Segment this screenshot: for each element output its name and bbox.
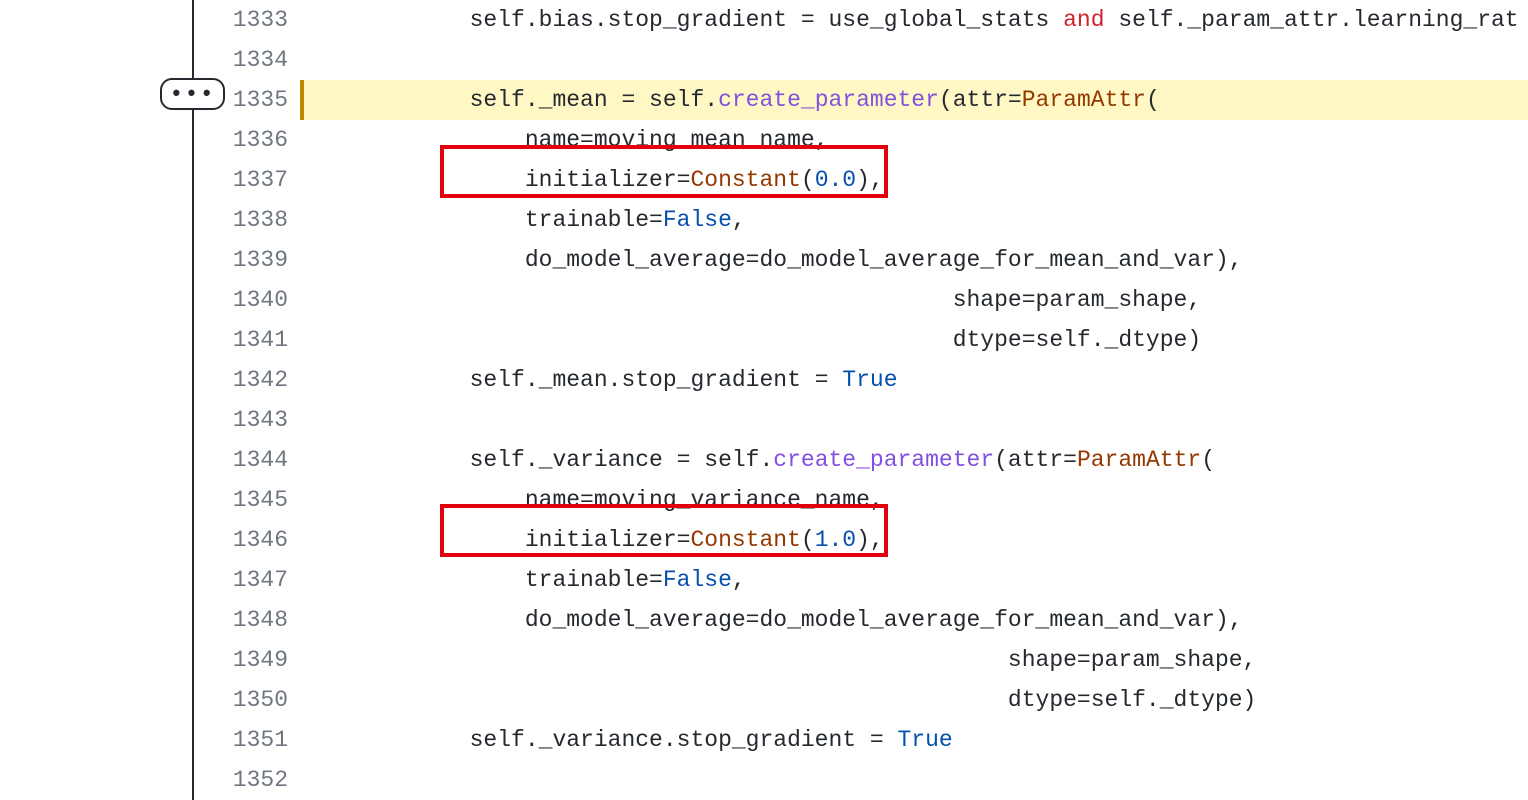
code-content[interactable]: initializer=Constant(1.0), — [300, 520, 1528, 560]
line-number[interactable]: 1346 — [0, 520, 300, 560]
code-content[interactable] — [300, 400, 1528, 440]
code-content[interactable]: self.bias.stop_gradient = use_global_sta… — [300, 0, 1528, 40]
line-number[interactable]: 1344 — [0, 440, 300, 480]
code-line[interactable]: 1351 self._variance.stop_gradient = True — [0, 720, 1528, 760]
line-number[interactable]: 1339 — [0, 240, 300, 280]
code-line[interactable]: 1348 do_model_average=do_model_average_f… — [0, 600, 1528, 640]
code-line[interactable]: 1349 shape=param_shape, — [0, 640, 1528, 680]
line-number[interactable]: 1334 — [0, 40, 300, 80]
code-line[interactable]: 1333 self.bias.stop_gradient = use_globa… — [0, 0, 1528, 40]
line-number[interactable]: 1347 — [0, 560, 300, 600]
code-line[interactable]: 1352 — [0, 760, 1528, 800]
line-number[interactable]: 1349 — [0, 640, 300, 680]
code-line[interactable]: 1342 self._mean.stop_gradient = True — [0, 360, 1528, 400]
code-line[interactable]: 1343 — [0, 400, 1528, 440]
code-content[interactable]: self._mean = self.create_parameter(attr=… — [300, 80, 1528, 120]
line-number[interactable]: 1341 — [0, 320, 300, 360]
code-line[interactable]: 1344 self._variance = self.create_parame… — [0, 440, 1528, 480]
code-line[interactable]: 1337 initializer=Constant(0.0), — [0, 160, 1528, 200]
line-number[interactable]: 1350 — [0, 680, 300, 720]
code-line[interactable]: 1341 dtype=self._dtype) — [0, 320, 1528, 360]
code-content[interactable]: initializer=Constant(0.0), — [300, 160, 1528, 200]
code-content[interactable]: shape=param_shape, — [300, 280, 1528, 320]
code-line[interactable]: 1346 initializer=Constant(1.0), — [0, 520, 1528, 560]
code-content[interactable] — [300, 40, 1528, 80]
code-line[interactable]: 1345 name=moving_variance_name, — [0, 480, 1528, 520]
code-content[interactable]: name=moving_mean_name, — [300, 120, 1528, 160]
expand-ellipsis-button[interactable]: ••• — [160, 78, 225, 110]
code-content[interactable]: trainable=False, — [300, 200, 1528, 240]
code-content[interactable]: name=moving_variance_name, — [300, 480, 1528, 520]
code-content[interactable]: self._variance.stop_gradient = True — [300, 720, 1528, 760]
line-number[interactable]: 1338 — [0, 200, 300, 240]
code-line[interactable]: 1339 do_model_average=do_model_average_f… — [0, 240, 1528, 280]
code-line[interactable]: 1336 name=moving_mean_name, — [0, 120, 1528, 160]
line-number[interactable]: 1342 — [0, 360, 300, 400]
code-content[interactable]: trainable=False, — [300, 560, 1528, 600]
code-content[interactable]: self._variance = self.create_parameter(a… — [300, 440, 1528, 480]
code-content[interactable]: shape=param_shape, — [300, 640, 1528, 680]
code-content[interactable]: do_model_average=do_model_average_for_me… — [300, 600, 1528, 640]
line-number[interactable]: 1352 — [0, 760, 300, 800]
line-number[interactable]: 1351 — [0, 720, 300, 760]
line-number[interactable]: 1333 — [0, 0, 300, 40]
code-content[interactable]: do_model_average=do_model_average_for_me… — [300, 240, 1528, 280]
line-number[interactable]: 1345 — [0, 480, 300, 520]
line-number[interactable]: 1337 — [0, 160, 300, 200]
code-line[interactable]: 1347 trainable=False, — [0, 560, 1528, 600]
line-number[interactable]: 1348 — [0, 600, 300, 640]
code-content[interactable]: dtype=self._dtype) — [300, 680, 1528, 720]
line-number[interactable]: 1336 — [0, 120, 300, 160]
line-number[interactable]: 1343 — [0, 400, 300, 440]
code-line[interactable]: 1335 self._mean = self.create_parameter(… — [0, 80, 1528, 120]
line-number[interactable]: 1340 — [0, 280, 300, 320]
code-content[interactable] — [300, 760, 1528, 800]
code-content[interactable]: self._mean.stop_gradient = True — [300, 360, 1528, 400]
code-line[interactable]: 1350 dtype=self._dtype) — [0, 680, 1528, 720]
code-line[interactable]: 1338 trainable=False, — [0, 200, 1528, 240]
code-line[interactable]: 1340 shape=param_shape, — [0, 280, 1528, 320]
line-number[interactable]: 1335 — [0, 80, 300, 120]
highlight-marker — [300, 80, 304, 120]
code-viewer: ••• 1333 self.bias.stop_gradient = use_g… — [0, 0, 1528, 800]
code-line[interactable]: 1334 — [0, 40, 1528, 80]
code-content[interactable]: dtype=self._dtype) — [300, 320, 1528, 360]
